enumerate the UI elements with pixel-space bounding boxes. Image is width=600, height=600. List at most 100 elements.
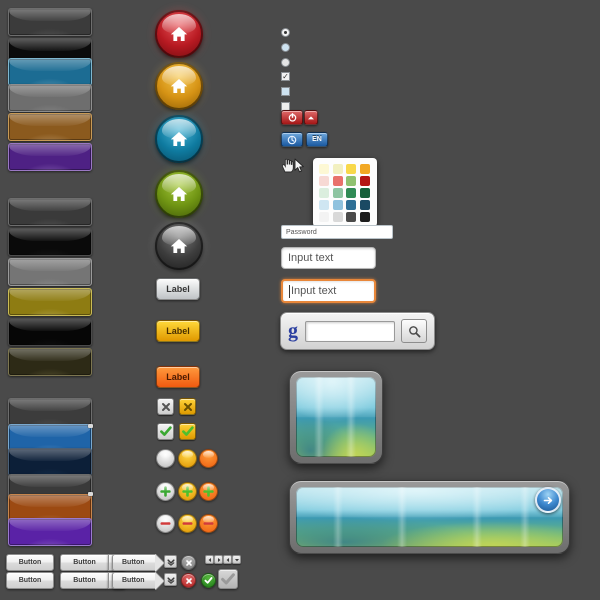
search-input[interactable] — [305, 320, 395, 342]
remove-circle-orange[interactable] — [199, 514, 218, 533]
remove-circle-gold[interactable] — [178, 514, 197, 533]
radio-hover[interactable] — [281, 43, 290, 52]
color-swatch-0[interactable] — [319, 164, 329, 174]
color-swatch-10[interactable] — [346, 188, 356, 198]
graphite-glossy-bar[interactable] — [8, 198, 92, 226]
close-icon-square-gold[interactable] — [179, 398, 196, 415]
search-submit-button[interactable] — [401, 319, 427, 343]
nav-first-button[interactable] — [205, 555, 214, 564]
chevron-down-button-bottom[interactable] — [164, 573, 177, 586]
label-button-text: Label — [166, 372, 190, 382]
button-split-bottom[interactable]: Button — [60, 572, 108, 589]
bar-glow — [9, 533, 91, 545]
navy-bar[interactable] — [8, 448, 92, 476]
close-icon-square-gray[interactable] — [157, 398, 174, 415]
button-simple-top[interactable]: Button — [6, 554, 54, 571]
aero-panel-square[interactable] — [289, 370, 383, 464]
remove-circle-white[interactable] — [156, 514, 175, 533]
bar-gloss — [9, 259, 91, 272]
color-swatch-5[interactable] — [332, 176, 343, 186]
color-swatch-12[interactable] — [319, 200, 329, 210]
home-button-blue[interactable] — [155, 115, 203, 163]
confirm-round-button[interactable] — [201, 573, 216, 588]
bar-gloss — [9, 39, 91, 52]
checkbox-hover[interactable] — [281, 87, 290, 96]
blank-circle-orange[interactable] — [199, 449, 218, 468]
nav-last-button[interactable] — [232, 555, 241, 564]
large-checkbox[interactable] — [218, 569, 238, 589]
home-button-amber[interactable] — [155, 62, 203, 110]
gold-brown-glossy-bar[interactable] — [8, 113, 92, 141]
color-swatch-14[interactable] — [346, 200, 356, 210]
color-swatch-16[interactable] — [319, 212, 329, 222]
radio-selected[interactable] — [281, 28, 290, 37]
home-icon — [170, 239, 188, 253]
button-arrow-bottom[interactable]: Button — [112, 572, 164, 590]
color-swatch-3[interactable] — [359, 164, 370, 174]
color-swatch-4[interactable] — [319, 176, 329, 186]
caret-right-icon — [217, 557, 220, 562]
checkbox-checked[interactable]: ✓ — [281, 72, 290, 81]
color-swatch-6[interactable] — [346, 176, 356, 186]
radio-unselected[interactable] — [281, 58, 290, 67]
text-input-focused[interactable]: Input text — [281, 279, 376, 303]
olive-dark-bar[interactable] — [8, 348, 92, 376]
color-swatch-18[interactable] — [346, 212, 356, 222]
color-swatch-9[interactable] — [332, 188, 343, 198]
blank-circle-white[interactable] — [156, 449, 175, 468]
color-swatch-19[interactable] — [359, 212, 370, 222]
button-simple-bottom[interactable]: Button — [6, 572, 54, 589]
button-split-top[interactable]: Button — [60, 554, 108, 571]
text-input-default[interactable]: Input text — [281, 247, 376, 269]
color-swatch-13[interactable] — [332, 200, 343, 210]
label-button-orange[interactable]: Label — [156, 366, 200, 388]
nav-next-button[interactable] — [223, 555, 232, 564]
password-field[interactable]: Password — [281, 225, 393, 239]
color-swatch-7[interactable] — [359, 176, 370, 186]
aero-go-button[interactable] — [535, 487, 561, 513]
refresh-button[interactable] — [281, 132, 303, 147]
aero-gloss-band — [296, 377, 376, 417]
blank-circle-gold[interactable] — [178, 449, 197, 468]
password-field-value: Password — [286, 228, 317, 236]
aero-panel-wide[interactable] — [289, 480, 570, 554]
blue-glossy-bar[interactable] — [8, 58, 92, 86]
caret-left-icon — [226, 557, 229, 562]
button-arrow-top[interactable]: Button — [112, 554, 164, 572]
dark-gray-glossy-bar[interactable] — [8, 8, 92, 36]
close-round-button-red[interactable] — [181, 573, 196, 588]
power-button[interactable] — [281, 110, 303, 125]
label-button-silver[interactable]: Label — [156, 278, 200, 300]
add-circle-white[interactable] — [156, 482, 175, 501]
bar-glow — [9, 158, 91, 170]
label-button-gold[interactable]: Label — [156, 320, 200, 342]
dark-gray-bar-2[interactable] — [8, 398, 92, 426]
home-button-gray[interactable] — [155, 222, 203, 270]
home-button-red[interactable] — [155, 10, 203, 58]
add-circle-gold[interactable] — [178, 482, 197, 501]
color-swatch-15[interactable] — [359, 200, 370, 210]
yellow-gold-bar[interactable] — [8, 288, 92, 316]
color-swatch-17[interactable] — [332, 212, 343, 222]
light-silver-bar[interactable] — [8, 258, 92, 286]
color-swatch-1[interactable] — [332, 164, 343, 174]
purple-glossy-bar[interactable] — [8, 143, 92, 171]
color-picker-popup[interactable] — [313, 158, 377, 227]
color-swatch-8[interactable] — [319, 188, 329, 198]
color-swatch-11[interactable] — [359, 188, 370, 198]
check-icon-square-gray[interactable] — [157, 423, 174, 440]
bar-gloss — [9, 59, 91, 72]
add-circle-orange[interactable] — [199, 482, 218, 501]
close-round-button-gray[interactable] — [181, 555, 196, 570]
check-icon-square-gold[interactable] — [179, 423, 196, 440]
chevron-down-button-top[interactable] — [164, 555, 177, 568]
power-menu-arrow[interactable] — [304, 110, 318, 125]
deep-black-bar[interactable] — [8, 318, 92, 346]
silver-glossy-bar[interactable] — [8, 84, 92, 112]
violet-bar[interactable] — [8, 518, 92, 546]
nav-prev-button[interactable] — [214, 555, 223, 564]
home-button-green[interactable] — [155, 170, 203, 218]
jet-black-glossy-bar[interactable] — [8, 228, 92, 256]
color-swatch-2[interactable] — [346, 164, 356, 174]
language-button[interactable]: EN — [306, 132, 328, 147]
